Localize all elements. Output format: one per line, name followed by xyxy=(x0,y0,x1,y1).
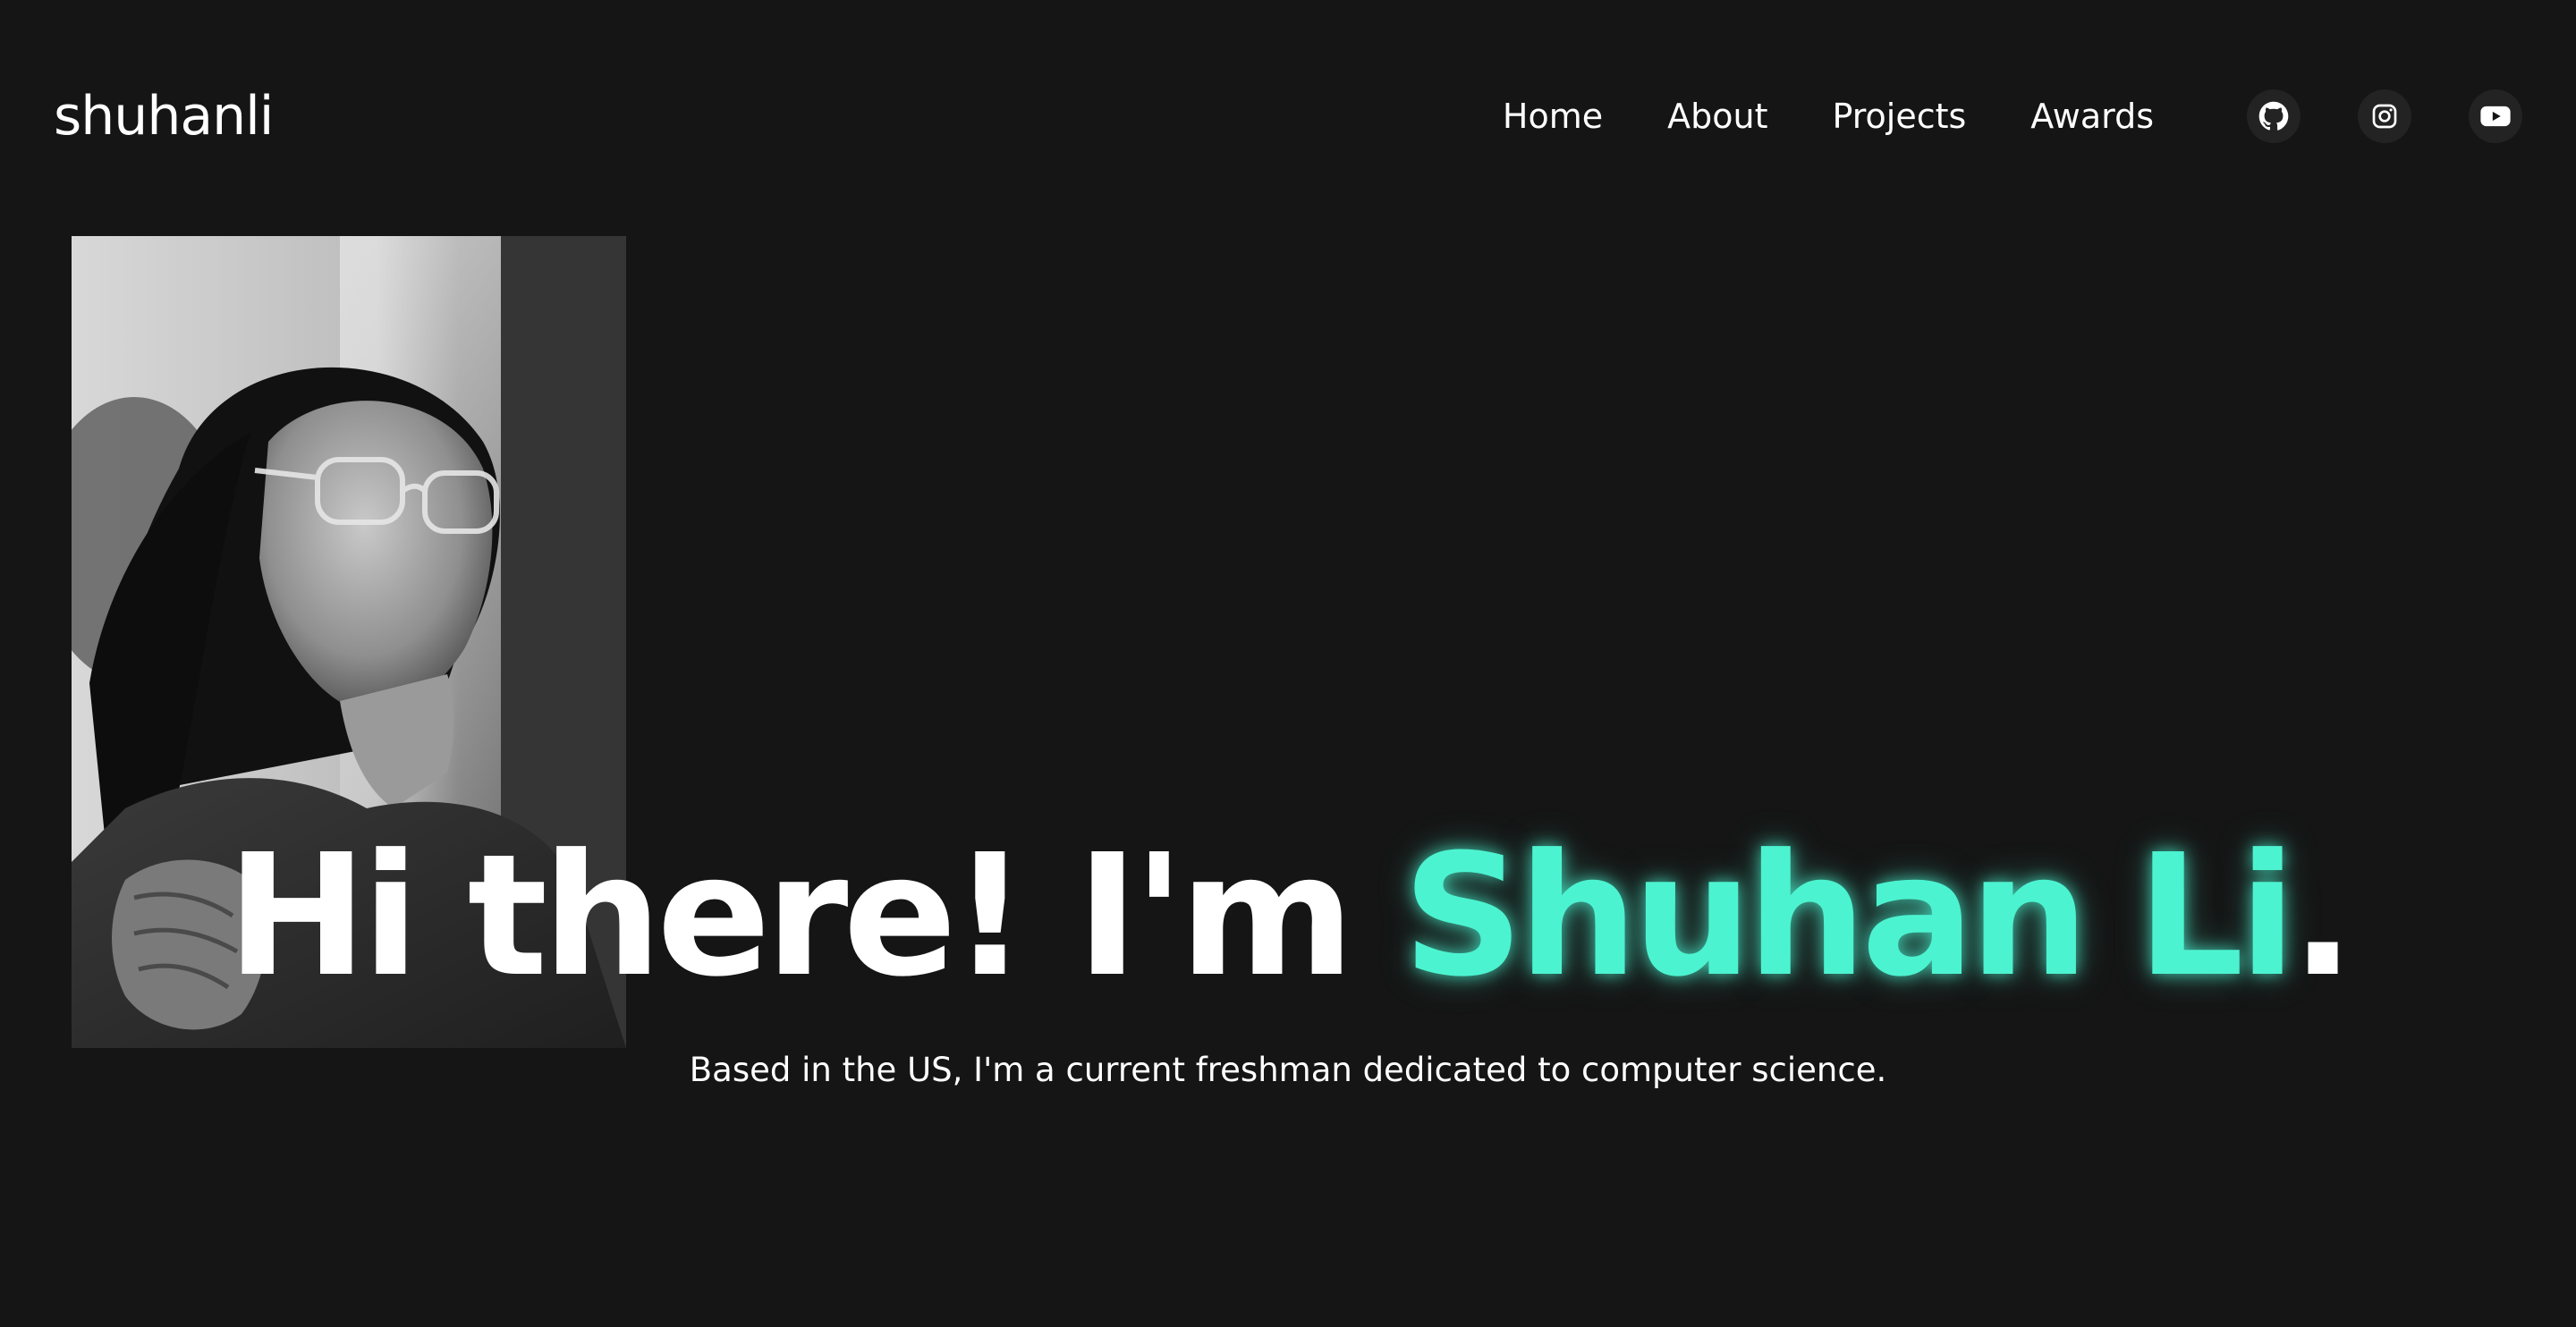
nav-awards[interactable]: Awards xyxy=(2030,89,2154,143)
hero-subtitle: Based in the US, I'm a current freshman … xyxy=(689,1051,1887,1089)
youtube-button[interactable] xyxy=(2469,89,2522,143)
site-logo-link[interactable]: shuhanli xyxy=(54,80,274,152)
nav-about[interactable]: About xyxy=(1667,89,1767,143)
nav-projects[interactable]: Projects xyxy=(1832,89,1966,143)
hero-name: Shuhan Li xyxy=(1402,818,2296,1014)
page: shuhanli Home About Projects Awards Hi t… xyxy=(0,0,2576,1327)
nav-home[interactable]: Home xyxy=(1503,89,1603,143)
instagram-icon xyxy=(2372,104,2397,129)
main-nav: Home About Projects Awards xyxy=(1503,89,2154,143)
hero-punctuation: . xyxy=(2291,818,2354,1014)
github-icon xyxy=(2258,101,2289,131)
github-button[interactable] xyxy=(2247,89,2301,143)
social-links xyxy=(2247,89,2522,143)
instagram-button[interactable] xyxy=(2358,89,2411,143)
hero-headline: Hi there! I'm Shuhan Li. xyxy=(0,809,2576,1024)
hero-greeting: Hi there! I'm xyxy=(226,818,1402,1014)
youtube-icon xyxy=(2480,106,2511,127)
